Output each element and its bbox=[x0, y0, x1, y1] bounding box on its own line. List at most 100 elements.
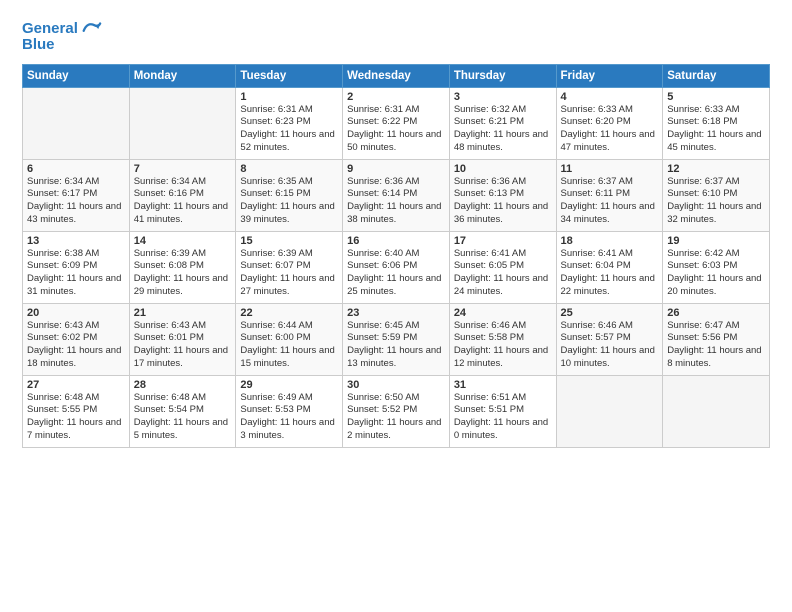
day-cell: 6Sunrise: 6:34 AMSunset: 6:17 PMDaylight… bbox=[23, 159, 130, 231]
col-header-monday: Monday bbox=[129, 64, 236, 87]
day-cell: 10Sunrise: 6:36 AMSunset: 6:13 PMDayligh… bbox=[449, 159, 556, 231]
col-header-friday: Friday bbox=[556, 64, 663, 87]
day-detail: Sunrise: 6:43 AMSunset: 6:01 PMDaylight:… bbox=[134, 320, 232, 371]
day-cell bbox=[129, 87, 236, 159]
day-detail: Sunrise: 6:48 AMSunset: 5:54 PMDaylight:… bbox=[134, 392, 232, 443]
page: General Blue SundayMondayTuesdayWednesda… bbox=[0, 0, 792, 460]
day-detail: Sunrise: 6:34 AMSunset: 6:16 PMDaylight:… bbox=[134, 176, 232, 227]
day-detail: Sunrise: 6:39 AMSunset: 6:07 PMDaylight:… bbox=[240, 248, 338, 299]
day-detail: Sunrise: 6:46 AMSunset: 5:58 PMDaylight:… bbox=[454, 320, 552, 371]
day-cell bbox=[556, 375, 663, 447]
day-detail: Sunrise: 6:37 AMSunset: 6:11 PMDaylight:… bbox=[561, 176, 659, 227]
day-detail: Sunrise: 6:39 AMSunset: 6:08 PMDaylight:… bbox=[134, 248, 232, 299]
col-header-saturday: Saturday bbox=[663, 64, 770, 87]
day-cell: 16Sunrise: 6:40 AMSunset: 6:06 PMDayligh… bbox=[343, 231, 450, 303]
col-header-wednesday: Wednesday bbox=[343, 64, 450, 87]
day-detail: Sunrise: 6:50 AMSunset: 5:52 PMDaylight:… bbox=[347, 392, 445, 443]
day-detail: Sunrise: 6:33 AMSunset: 6:20 PMDaylight:… bbox=[561, 104, 659, 155]
day-cell: 17Sunrise: 6:41 AMSunset: 6:05 PMDayligh… bbox=[449, 231, 556, 303]
day-detail: Sunrise: 6:44 AMSunset: 6:00 PMDaylight:… bbox=[240, 320, 338, 371]
day-number: 5 bbox=[667, 91, 765, 103]
week-row-2: 6Sunrise: 6:34 AMSunset: 6:17 PMDaylight… bbox=[23, 159, 770, 231]
day-cell: 7Sunrise: 6:34 AMSunset: 6:16 PMDaylight… bbox=[129, 159, 236, 231]
day-cell: 8Sunrise: 6:35 AMSunset: 6:15 PMDaylight… bbox=[236, 159, 343, 231]
day-detail: Sunrise: 6:49 AMSunset: 5:53 PMDaylight:… bbox=[240, 392, 338, 443]
day-number: 20 bbox=[27, 307, 125, 319]
day-number: 13 bbox=[27, 235, 125, 247]
day-cell: 31Sunrise: 6:51 AMSunset: 5:51 PMDayligh… bbox=[449, 375, 556, 447]
day-cell: 4Sunrise: 6:33 AMSunset: 6:20 PMDaylight… bbox=[556, 87, 663, 159]
day-cell: 12Sunrise: 6:37 AMSunset: 6:10 PMDayligh… bbox=[663, 159, 770, 231]
calendar-table: SundayMondayTuesdayWednesdayThursdayFrid… bbox=[22, 64, 770, 448]
day-detail: Sunrise: 6:41 AMSunset: 6:04 PMDaylight:… bbox=[561, 248, 659, 299]
day-cell bbox=[23, 87, 130, 159]
day-number: 23 bbox=[347, 307, 445, 319]
day-cell: 11Sunrise: 6:37 AMSunset: 6:11 PMDayligh… bbox=[556, 159, 663, 231]
logo: General Blue bbox=[22, 18, 102, 54]
day-number: 1 bbox=[240, 91, 338, 103]
day-number: 2 bbox=[347, 91, 445, 103]
day-cell: 24Sunrise: 6:46 AMSunset: 5:58 PMDayligh… bbox=[449, 303, 556, 375]
day-number: 10 bbox=[454, 163, 552, 175]
day-number: 16 bbox=[347, 235, 445, 247]
day-number: 14 bbox=[134, 235, 232, 247]
day-number: 26 bbox=[667, 307, 765, 319]
day-number: 4 bbox=[561, 91, 659, 103]
day-detail: Sunrise: 6:43 AMSunset: 6:02 PMDaylight:… bbox=[27, 320, 125, 371]
day-cell: 29Sunrise: 6:49 AMSunset: 5:53 PMDayligh… bbox=[236, 375, 343, 447]
day-number: 17 bbox=[454, 235, 552, 247]
day-detail: Sunrise: 6:47 AMSunset: 5:56 PMDaylight:… bbox=[667, 320, 765, 371]
day-cell: 2Sunrise: 6:31 AMSunset: 6:22 PMDaylight… bbox=[343, 87, 450, 159]
day-detail: Sunrise: 6:36 AMSunset: 6:13 PMDaylight:… bbox=[454, 176, 552, 227]
day-cell: 25Sunrise: 6:46 AMSunset: 5:57 PMDayligh… bbox=[556, 303, 663, 375]
week-row-3: 13Sunrise: 6:38 AMSunset: 6:09 PMDayligh… bbox=[23, 231, 770, 303]
day-cell: 30Sunrise: 6:50 AMSunset: 5:52 PMDayligh… bbox=[343, 375, 450, 447]
day-number: 15 bbox=[240, 235, 338, 247]
day-detail: Sunrise: 6:36 AMSunset: 6:14 PMDaylight:… bbox=[347, 176, 445, 227]
week-row-1: 1Sunrise: 6:31 AMSunset: 6:23 PMDaylight… bbox=[23, 87, 770, 159]
day-number: 3 bbox=[454, 91, 552, 103]
day-cell: 20Sunrise: 6:43 AMSunset: 6:02 PMDayligh… bbox=[23, 303, 130, 375]
day-number: 27 bbox=[27, 379, 125, 391]
day-cell: 21Sunrise: 6:43 AMSunset: 6:01 PMDayligh… bbox=[129, 303, 236, 375]
day-number: 29 bbox=[240, 379, 338, 391]
day-number: 11 bbox=[561, 163, 659, 175]
day-cell: 28Sunrise: 6:48 AMSunset: 5:54 PMDayligh… bbox=[129, 375, 236, 447]
day-detail: Sunrise: 6:31 AMSunset: 6:23 PMDaylight:… bbox=[240, 104, 338, 155]
day-number: 22 bbox=[240, 307, 338, 319]
day-number: 25 bbox=[561, 307, 659, 319]
day-number: 24 bbox=[454, 307, 552, 319]
day-number: 30 bbox=[347, 379, 445, 391]
day-detail: Sunrise: 6:38 AMSunset: 6:09 PMDaylight:… bbox=[27, 248, 125, 299]
day-detail: Sunrise: 6:35 AMSunset: 6:15 PMDaylight:… bbox=[240, 176, 338, 227]
day-number: 8 bbox=[240, 163, 338, 175]
header-row: SundayMondayTuesdayWednesdayThursdayFrid… bbox=[23, 64, 770, 87]
day-cell: 19Sunrise: 6:42 AMSunset: 6:03 PMDayligh… bbox=[663, 231, 770, 303]
day-detail: Sunrise: 6:41 AMSunset: 6:05 PMDaylight:… bbox=[454, 248, 552, 299]
day-cell: 5Sunrise: 6:33 AMSunset: 6:18 PMDaylight… bbox=[663, 87, 770, 159]
week-row-5: 27Sunrise: 6:48 AMSunset: 5:55 PMDayligh… bbox=[23, 375, 770, 447]
day-cell: 26Sunrise: 6:47 AMSunset: 5:56 PMDayligh… bbox=[663, 303, 770, 375]
day-number: 31 bbox=[454, 379, 552, 391]
day-cell: 23Sunrise: 6:45 AMSunset: 5:59 PMDayligh… bbox=[343, 303, 450, 375]
day-detail: Sunrise: 6:46 AMSunset: 5:57 PMDaylight:… bbox=[561, 320, 659, 371]
header: General Blue bbox=[22, 18, 770, 54]
day-cell: 15Sunrise: 6:39 AMSunset: 6:07 PMDayligh… bbox=[236, 231, 343, 303]
day-number: 19 bbox=[667, 235, 765, 247]
col-header-sunday: Sunday bbox=[23, 64, 130, 87]
day-cell: 13Sunrise: 6:38 AMSunset: 6:09 PMDayligh… bbox=[23, 231, 130, 303]
day-cell: 3Sunrise: 6:32 AMSunset: 6:21 PMDaylight… bbox=[449, 87, 556, 159]
logo-text-blue: Blue bbox=[22, 37, 55, 54]
day-cell: 9Sunrise: 6:36 AMSunset: 6:14 PMDaylight… bbox=[343, 159, 450, 231]
week-row-4: 20Sunrise: 6:43 AMSunset: 6:02 PMDayligh… bbox=[23, 303, 770, 375]
day-number: 28 bbox=[134, 379, 232, 391]
day-detail: Sunrise: 6:48 AMSunset: 5:55 PMDaylight:… bbox=[27, 392, 125, 443]
col-header-thursday: Thursday bbox=[449, 64, 556, 87]
day-number: 18 bbox=[561, 235, 659, 247]
day-number: 21 bbox=[134, 307, 232, 319]
logo-text-general: General bbox=[22, 21, 78, 38]
day-cell: 22Sunrise: 6:44 AMSunset: 6:00 PMDayligh… bbox=[236, 303, 343, 375]
day-detail: Sunrise: 6:42 AMSunset: 6:03 PMDaylight:… bbox=[667, 248, 765, 299]
day-number: 6 bbox=[27, 163, 125, 175]
day-number: 9 bbox=[347, 163, 445, 175]
